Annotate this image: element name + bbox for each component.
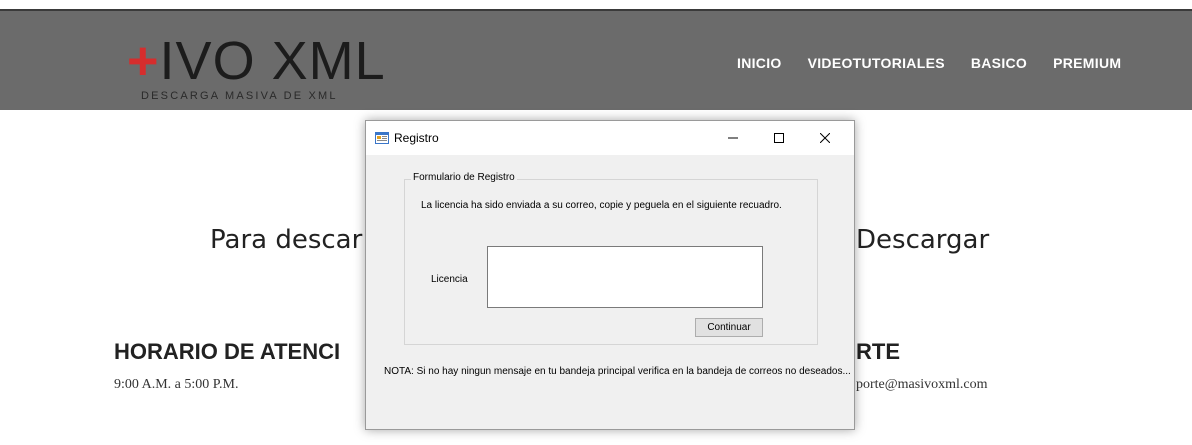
minimize-icon <box>728 137 738 139</box>
dialog-titlebar[interactable]: Registro <box>366 121 854 155</box>
registro-dialog: Registro Formulario de Registro La licen… <box>365 120 855 430</box>
continue-button[interactable]: Continuar <box>695 318 763 337</box>
hero-heading-right: Descargar <box>856 225 990 255</box>
maximize-icon <box>774 133 784 143</box>
top-strip <box>0 0 1192 9</box>
main-nav: INICIO VIDEOTUTORIALES BASICO PREMIUM <box>737 55 1121 71</box>
logo-subtitle: DESCARGA MASIVA DE XML <box>141 90 338 102</box>
groupbox-title: Formulario de Registro <box>411 172 517 183</box>
nav-premium[interactable]: PREMIUM <box>1053 55 1121 71</box>
registration-groupbox: Formulario de Registro La licencia ha si… <box>404 172 818 345</box>
nav-videotutoriales[interactable]: VIDEOTUTORIALES <box>808 55 945 71</box>
license-info-text: La licencia ha sido enviada a su correo,… <box>421 200 782 211</box>
logo-plus: + <box>127 31 160 91</box>
dialog-title: Registro <box>394 131 439 145</box>
hours-text: 9:00 A.M. a 5:00 P.M. <box>114 377 239 392</box>
support-email[interactable]: porte@masivoxml.com <box>856 377 987 393</box>
minimize-button[interactable] <box>710 121 756 155</box>
logo-wordmark: +IVO XML <box>127 33 386 89</box>
logo-text: IVO XML <box>159 31 386 91</box>
hero-heading-left: Para descar <box>210 225 363 255</box>
site-header: +IVO XML DESCARGA MASIVA DE XML INICIO V… <box>0 9 1192 110</box>
close-icon <box>820 133 830 143</box>
license-label: Licencia <box>431 274 468 285</box>
nav-basico[interactable]: BASICO <box>971 55 1027 71</box>
app-icon <box>375 132 389 144</box>
site-logo[interactable]: +IVO XML DESCARGA MASIVA DE XML <box>127 33 385 103</box>
maximize-button[interactable] <box>756 121 802 155</box>
hours-title: HORARIO DE ATENCI <box>114 339 341 364</box>
spam-note: NOTA: Si no hay ningun mensaje en tu ban… <box>384 366 851 377</box>
license-input[interactable] <box>487 246 763 308</box>
nav-inicio[interactable]: INICIO <box>737 55 782 71</box>
close-button[interactable] <box>802 121 848 155</box>
support-title: RTE <box>856 339 900 364</box>
